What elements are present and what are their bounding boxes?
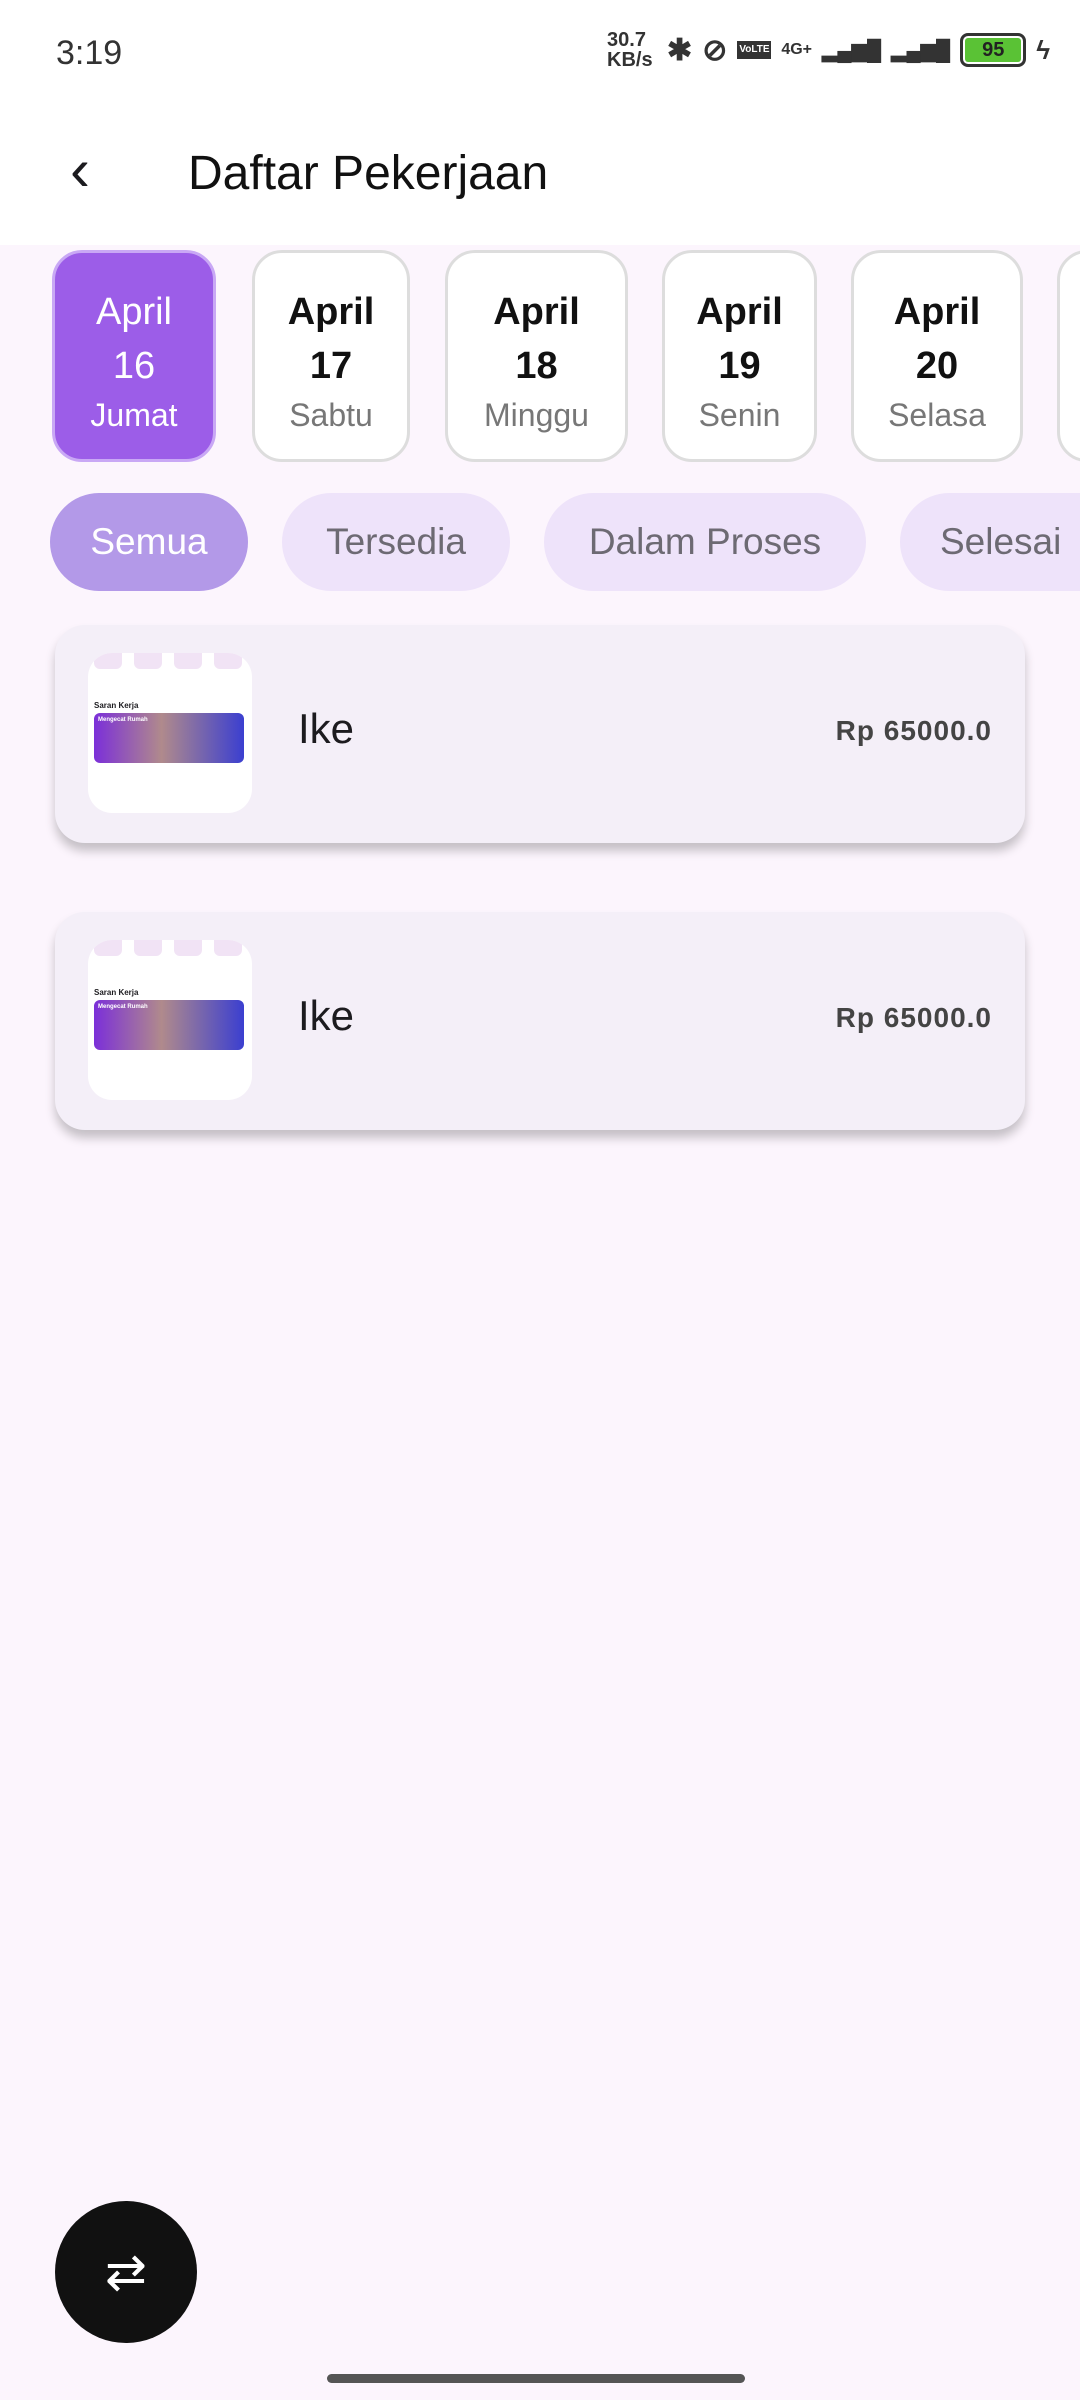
network-speed: 30.7 KB/s <box>607 29 653 71</box>
status-icons: 30.7 KB/s ✱ ⊘ VoLTE 4G+ ▂▄▆█ ▂▄▆█ 95 ϟ <box>607 30 1050 70</box>
date-month: April <box>287 291 375 333</box>
thumb-banner-title: Mengecat Rumah <box>98 717 148 723</box>
job-card[interactable]: Saran Kerja Mengecat Rumah Ike Rp 65000.… <box>55 912 1025 1130</box>
date-item[interactable]: April 20 Selasa <box>851 250 1023 462</box>
status-filter: Semua Tersedia Dalam Proses Selesai <box>0 493 1080 591</box>
charging-icon: ϟ <box>1036 34 1050 65</box>
date-day: 18 <box>515 345 558 387</box>
thumb-banner: Mengecat Rumah <box>94 1000 244 1050</box>
job-price: Rp 65000.0 <box>835 1002 992 1033</box>
signal-icon: ▂▄▆█ <box>822 39 882 62</box>
date-item[interactable]: April 19 Senin <box>662 250 817 462</box>
filter-available[interactable]: Tersedia <box>282 493 510 591</box>
job-name: Ike <box>298 705 355 752</box>
link-icon: ⊘ <box>702 33 728 67</box>
filter-all[interactable]: Semua <box>50 493 248 591</box>
signal-icon-2: ▂▄▆█ <box>891 39 951 62</box>
date-weekday: Senin <box>698 397 781 433</box>
date-item[interactable]: April 16 Jumat <box>52 250 216 462</box>
date-weekday: Sabtu <box>289 397 373 433</box>
date-day: 20 <box>915 345 959 387</box>
job-name: Ike <box>298 992 355 1039</box>
date-item-partial[interactable] <box>1057 250 1080 462</box>
volte-icon: VoLTE <box>737 41 772 59</box>
job-price: Rp 65000.0 <box>835 715 992 746</box>
repeat-icon: ⇄ <box>105 2244 147 2300</box>
job-thumbnail: Saran Kerja Mengecat Rumah <box>88 653 252 813</box>
back-button[interactable]: ‹ <box>70 140 120 210</box>
date-month: April <box>95 291 173 333</box>
bluetooth-icon: ✱ <box>667 33 693 67</box>
arrow-left-icon: ‹ <box>70 136 90 203</box>
thumb-title: Saran Kerja <box>94 701 139 710</box>
job-thumbnail: Saran Kerja Mengecat Rumah <box>88 940 252 1100</box>
date-selector[interactable]: April 16 Jumat April 17 Sabtu April 18 Minggu … <box>0 250 1080 464</box>
date-item[interactable]: April 18 Minggu <box>445 250 628 462</box>
page-title: Daftar Pekerjaan <box>188 147 549 200</box>
date-month: April <box>893 291 981 333</box>
thumb-title: Saran Kerja <box>94 988 139 997</box>
filter-done[interactable]: Selesai <box>900 493 1080 591</box>
job-card[interactable]: Saran Kerja Mengecat Rumah Ike Rp 65000.… <box>55 625 1025 843</box>
network-type: 4G+ <box>781 41 813 58</box>
battery-level: 95 <box>965 38 1022 62</box>
home-indicator[interactable] <box>327 2374 745 2383</box>
date-weekday: Minggu <box>484 397 589 433</box>
date-month: April <box>696 291 783 333</box>
battery-icon: 95 <box>960 33 1027 67</box>
status-time: 3:19 <box>56 34 123 72</box>
app-bar: ‹ Daftar Pekerjaan <box>0 110 1080 245</box>
date-weekday: Selasa <box>888 397 986 433</box>
date-day: 19 <box>718 345 761 387</box>
date-month: April <box>493 291 580 333</box>
date-item[interactable]: April 17 Sabtu <box>252 250 410 462</box>
thumb-banner: Mengecat Rumah <box>94 713 244 763</box>
date-day: 16 <box>112 345 156 387</box>
thumb-banner-title: Mengecat Rumah <box>98 1004 148 1010</box>
date-day: 17 <box>309 345 353 387</box>
date-weekday: Jumat <box>90 397 178 433</box>
status-bar: 3:19 30.7 KB/s ✱ ⊘ VoLTE 4G+ ▂▄▆█ ▂▄▆█ 9… <box>0 0 1080 110</box>
filter-in-progress[interactable]: Dalam Proses <box>544 493 866 591</box>
refresh-button[interactable]: ⇄ <box>55 2201 197 2343</box>
